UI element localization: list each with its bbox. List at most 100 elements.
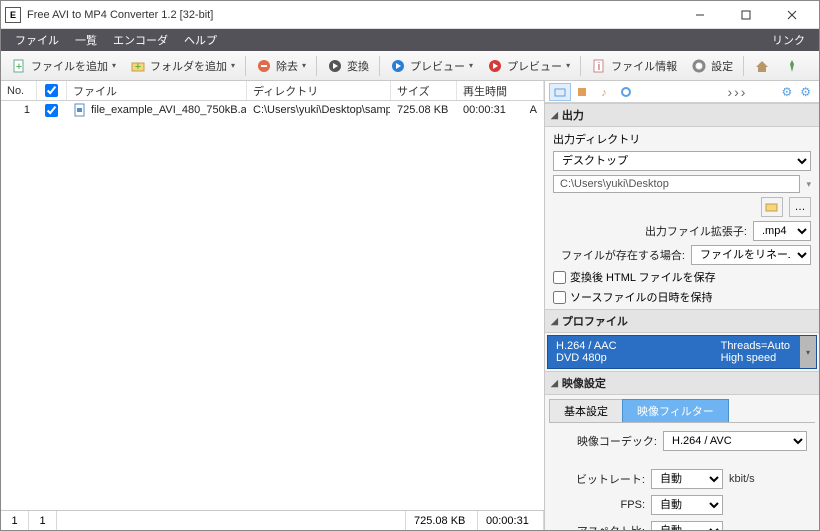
col-check[interactable] xyxy=(37,81,67,100)
toolbar-separator xyxy=(580,56,581,76)
col-directory[interactable]: ディレクトリ xyxy=(247,81,391,100)
row-checkbox[interactable] xyxy=(45,104,58,117)
panel-tab-folder[interactable] xyxy=(549,83,571,101)
col-size[interactable]: サイズ xyxy=(391,81,457,100)
close-button[interactable] xyxy=(769,1,815,29)
panel-tab-audio[interactable]: ♪ xyxy=(593,83,615,101)
add-folder-label: フォルダを追加 xyxy=(150,58,227,74)
titlebar: E Free AVI to MP4 Converter 1.2 [32-bit] xyxy=(1,1,819,29)
chk-date[interactable] xyxy=(553,291,566,304)
maximize-button[interactable] xyxy=(723,1,769,29)
convert-button[interactable]: 変換 xyxy=(321,56,375,76)
fps-label: FPS: xyxy=(557,499,645,511)
panel-scroll[interactable]: 出力 出力ディレクトリ デスクトップ C:\Users\yuki\Desktop… xyxy=(545,103,819,530)
menubar: ファイル 一覧 エンコーダ ヘルプ リンク xyxy=(1,29,819,51)
minimize-icon xyxy=(695,10,705,20)
table-row[interactable]: 1 file_example_AVI_480_750kB.avi C:\User… xyxy=(1,101,544,119)
svg-text:i: i xyxy=(598,61,600,73)
status-blank xyxy=(57,511,406,530)
cell-directory: C:\Users\yuki\Desktop\sample\... xyxy=(247,104,391,116)
menu-list[interactable]: 一覧 xyxy=(67,32,105,48)
panel-tab-video[interactable] xyxy=(571,83,593,101)
add-folder-button[interactable]: + フォルダを追加 ▾ xyxy=(124,56,241,76)
section-video-body: 基本設定 映像フィルター 映像コーデック: H.264 / AVC ビットレート… xyxy=(545,399,819,530)
menu-link[interactable]: リンク xyxy=(764,32,813,48)
convert-icon xyxy=(327,58,343,74)
chk-date-label: ソースファイルの日時を保持 xyxy=(570,289,712,305)
out-dir-label: 出力ディレクトリ xyxy=(553,131,811,147)
section-output-body: 出力ディレクトリ デスクトップ C:\Users\yuki\Desktop ▾ … xyxy=(545,127,819,309)
fps-select[interactable]: 自動 xyxy=(651,495,723,515)
profile-dropdown-icon[interactable]: ▾ xyxy=(800,336,816,368)
statusbar: 1 1 725.08 KB 00:00:31 xyxy=(1,510,544,530)
menu-help[interactable]: ヘルプ xyxy=(176,32,225,48)
minimize-button[interactable] xyxy=(677,1,723,29)
chevron-down-icon: ▾ xyxy=(112,61,116,70)
add-file-icon: + xyxy=(11,58,27,74)
exists-select[interactable]: ファイルをリネーム xyxy=(691,245,811,265)
col-file[interactable]: ファイル xyxy=(67,81,247,100)
panel-tab-gear[interactable] xyxy=(615,83,637,101)
col-no[interactable]: No. xyxy=(1,81,37,100)
music-icon: ♪ xyxy=(597,85,611,99)
aspect-select[interactable]: 自動 xyxy=(651,521,723,530)
svg-text:♪: ♪ xyxy=(601,87,607,99)
file-info-label: ファイル情報 xyxy=(611,58,677,74)
section-video-head[interactable]: 映像設定 xyxy=(545,371,819,395)
profile-preset: DVD 480p xyxy=(556,352,721,364)
settings-button[interactable]: 設定 xyxy=(685,56,739,76)
menu-encoder[interactable]: エンコーダ xyxy=(105,32,176,48)
table-body[interactable]: 1 file_example_AVI_480_750kB.avi C:\User… xyxy=(1,101,544,510)
pin-button[interactable] xyxy=(778,56,806,76)
status-size: 725.08 KB xyxy=(406,511,478,530)
col-duration[interactable]: 再生時間 xyxy=(457,81,544,100)
chk-html[interactable] xyxy=(553,271,566,284)
preview1-button[interactable]: プレビュー ▾ xyxy=(384,56,479,76)
cell-size: 725.08 KB xyxy=(391,104,457,116)
section-profile-head[interactable]: プロファイル xyxy=(545,309,819,333)
status-count2: 1 xyxy=(29,511,57,530)
svg-text:+: + xyxy=(135,61,141,73)
toolbar-separator xyxy=(316,56,317,76)
panel-gear2-icon[interactable]: ⚙ xyxy=(800,85,811,99)
add-folder-icon: + xyxy=(130,58,146,74)
toolbar-separator xyxy=(379,56,380,76)
app-icon: E xyxy=(5,7,21,23)
home-button[interactable] xyxy=(748,56,776,76)
remove-button[interactable]: 除去 ▾ xyxy=(250,56,312,76)
cell-no: 1 xyxy=(1,104,37,116)
profile-speed: High speed xyxy=(721,352,790,364)
svg-text:+: + xyxy=(16,61,22,73)
ext-label: 出力ファイル拡張子: xyxy=(645,223,747,239)
ext-select[interactable]: .mp4 xyxy=(753,221,811,241)
pin-icon xyxy=(784,58,800,74)
remove-label: 除去 xyxy=(276,58,298,74)
file-info-button[interactable]: i ファイル情報 xyxy=(585,56,683,76)
tab-basic[interactable]: 基本設定 xyxy=(549,399,623,422)
section-output-head[interactable]: 出力 xyxy=(545,103,819,127)
gear-icon xyxy=(691,58,707,74)
panel-gear-icon[interactable]: ⚙ xyxy=(781,85,792,99)
play-icon xyxy=(390,58,406,74)
aspect-label: アスペクト比: xyxy=(557,523,645,530)
preview2-label: プレビュー xyxy=(507,58,562,74)
menu-file[interactable]: ファイル xyxy=(7,32,67,48)
chevron-down-icon: ▾ xyxy=(566,61,570,70)
tab-filter[interactable]: 映像フィルター xyxy=(622,399,729,422)
more-button[interactable]: … xyxy=(789,197,811,217)
codec-select[interactable]: H.264 / AVC xyxy=(663,431,807,451)
video-file-icon xyxy=(73,103,87,117)
bitrate-select[interactable]: 自動 xyxy=(651,469,723,489)
header-checkbox[interactable] xyxy=(45,84,58,97)
profile-selector[interactable]: H.264 / AAC DVD 480p Threads=Auto High s… xyxy=(547,335,817,369)
out-dir-select[interactable]: デスクトップ xyxy=(553,151,811,171)
browse-folder-button[interactable] xyxy=(761,197,783,217)
status-duration: 00:00:31 xyxy=(478,511,544,530)
dropdown-icon[interactable]: ▾ xyxy=(806,179,811,190)
panel-more-button[interactable]: ››› xyxy=(727,84,747,100)
play-icon xyxy=(487,58,503,74)
add-file-button[interactable]: + ファイルを追加 ▾ xyxy=(5,56,122,76)
close-icon xyxy=(787,10,797,20)
preview2-button[interactable]: プレビュー ▾ xyxy=(481,56,576,76)
cell-check xyxy=(37,104,67,117)
